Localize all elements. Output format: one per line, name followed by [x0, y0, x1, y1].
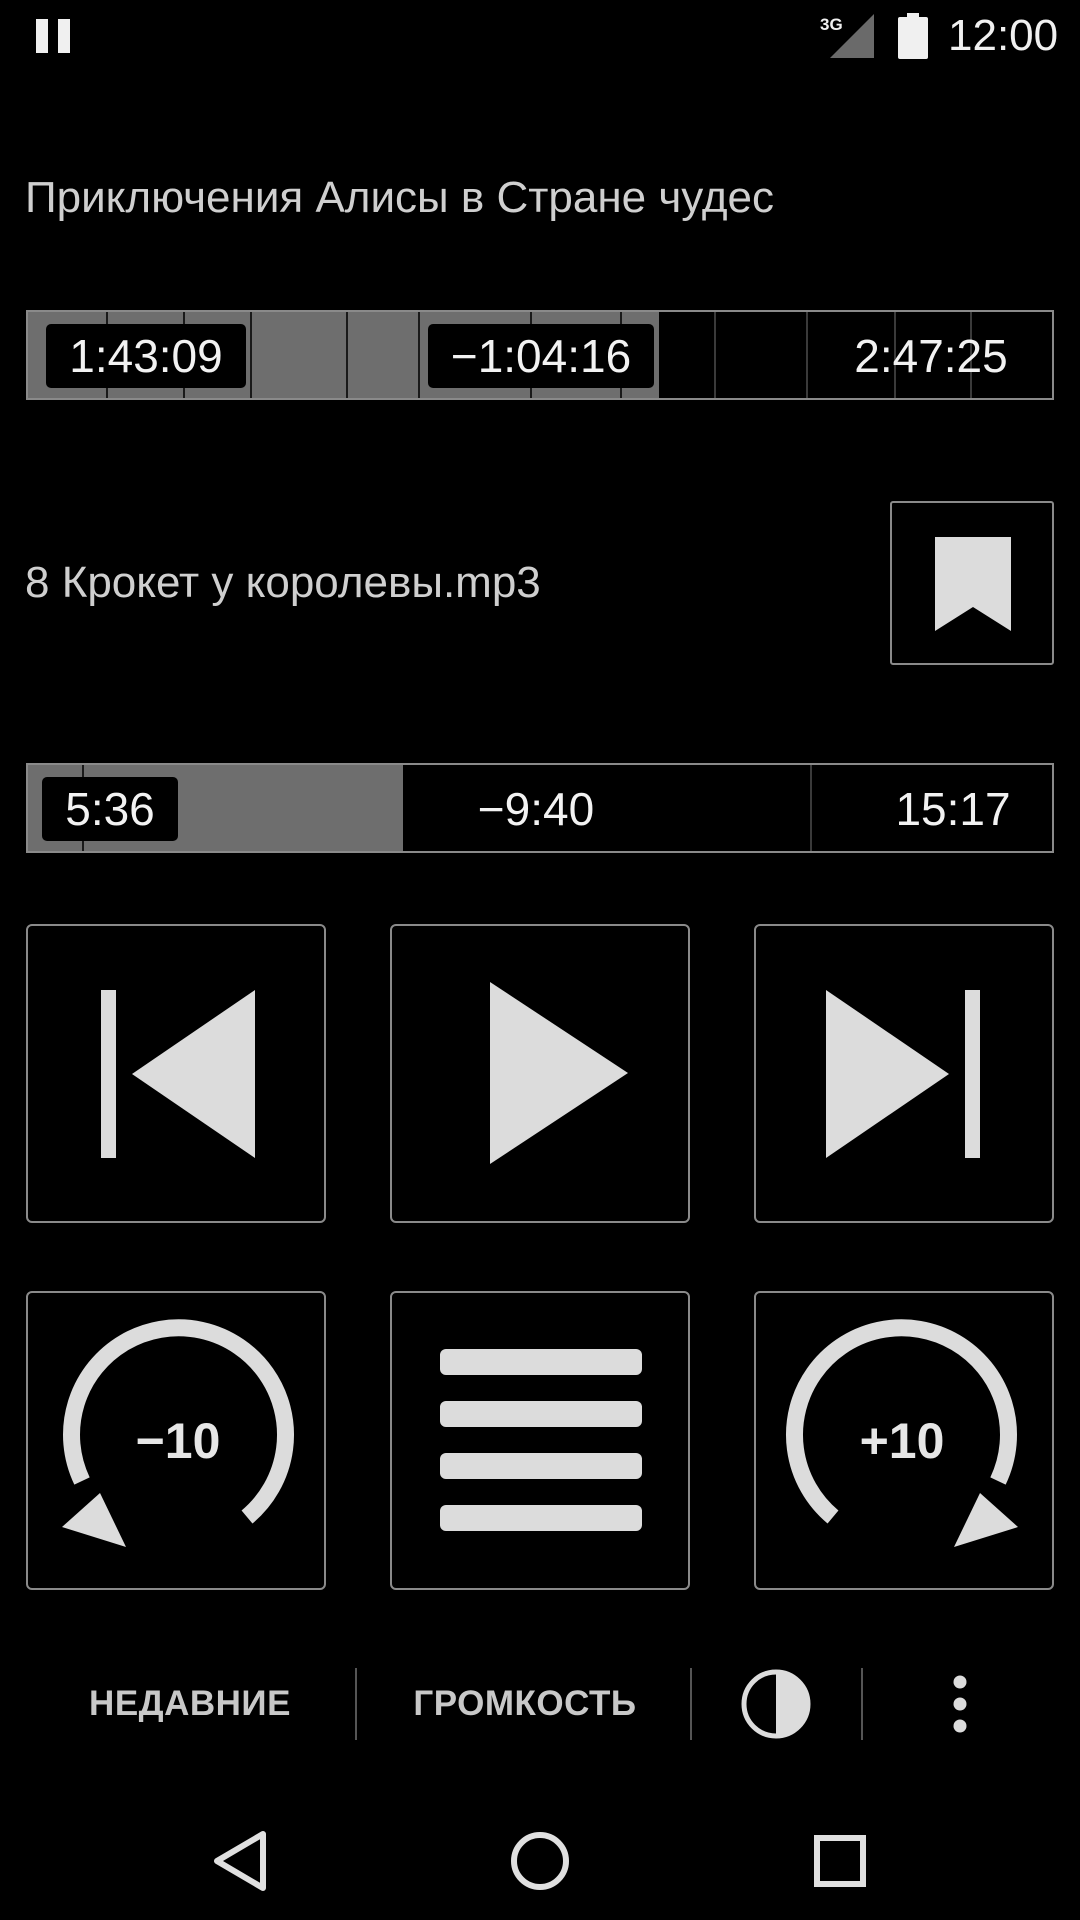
rewind-icon: −10 — [62, 1319, 295, 1547]
progress-tick — [806, 312, 808, 398]
clock: 12:00 — [948, 11, 1059, 60]
forward-icon: +10 — [785, 1319, 1018, 1547]
book-total-time: 2:47:25 — [854, 330, 1008, 382]
book-title: Приключения Алисы в Стране чудес — [25, 173, 774, 222]
play-icon — [490, 982, 628, 1164]
progress-tick — [250, 312, 252, 398]
divider — [861, 1668, 863, 1740]
status-bar: 3G 12:00 — [0, 0, 1080, 72]
battery-icon — [898, 13, 928, 59]
next-button[interactable] — [754, 924, 1054, 1223]
playlist-button[interactable] — [390, 1291, 690, 1590]
divider — [355, 1668, 357, 1740]
bookmark-icon — [935, 537, 1011, 631]
divider — [690, 1668, 692, 1740]
recent-button[interactable]: НЕДАВНИЕ — [60, 1680, 320, 1728]
progress-tick — [714, 312, 716, 398]
navigation-bar — [0, 1800, 1080, 1920]
bookmark-button[interactable] — [890, 501, 1054, 665]
track-elapsed-time: 5:36 — [42, 777, 178, 841]
previous-button[interactable] — [26, 924, 326, 1223]
volume-button[interactable]: ГРОМКОСТЬ — [390, 1680, 660, 1728]
playlist-icon — [440, 1349, 642, 1531]
action-bar: НЕДАВНИЕ ГРОМКОСТЬ — [0, 1650, 1080, 1760]
rewind-label: −10 — [136, 1413, 221, 1469]
book-progress-bar[interactable]: 1:43:09 −1:04:16 2:47:25 — [26, 310, 1054, 400]
progress-tick — [810, 765, 812, 851]
forward-10-button[interactable]: +10 — [754, 1291, 1054, 1590]
forward-label: +10 — [860, 1413, 945, 1469]
skip-next-icon — [826, 990, 980, 1158]
track-remaining-time: −9:40 — [477, 783, 595, 835]
pause-icon — [36, 19, 72, 53]
track-progress-bar[interactable]: 5:36 −9:40 15:17 — [26, 763, 1054, 853]
progress-tick — [418, 312, 420, 398]
progress-tick — [346, 312, 348, 398]
home-icon[interactable] — [500, 1824, 580, 1898]
signal-icon: 3G — [820, 14, 874, 58]
book-elapsed-time: 1:43:09 — [46, 324, 246, 388]
rewind-10-button[interactable]: −10 — [26, 1291, 326, 1590]
contrast-icon[interactable] — [740, 1668, 812, 1740]
more-vert-icon[interactable] — [940, 1672, 980, 1738]
track-total-time: 15:17 — [895, 783, 1011, 835]
book-remaining-time: −1:04:16 — [428, 324, 654, 388]
network-type: 3G — [820, 15, 843, 34]
skip-previous-icon — [101, 990, 255, 1158]
track-title: 8 Крокет у королевы.mp3 — [25, 558, 541, 607]
back-icon[interactable] — [200, 1826, 280, 1896]
recents-icon[interactable] — [800, 1826, 880, 1896]
play-button[interactable] — [390, 924, 690, 1223]
